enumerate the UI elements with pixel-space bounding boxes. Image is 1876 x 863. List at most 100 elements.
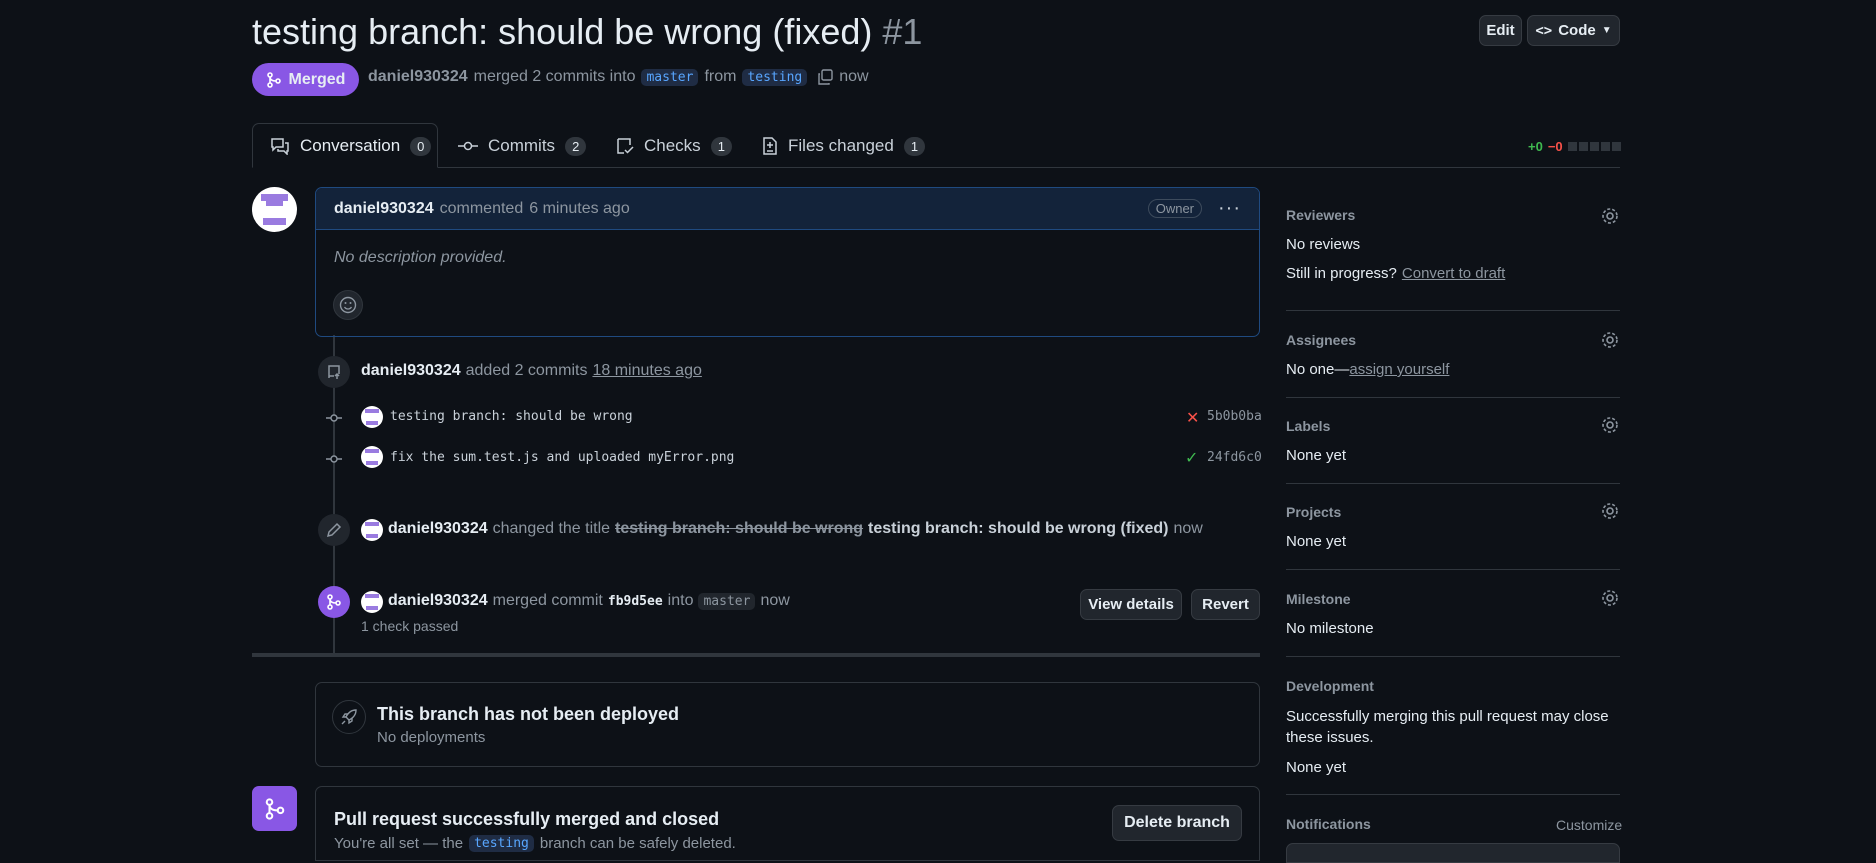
convert-to-draft-link[interactable]: Convert to draft — [1402, 265, 1505, 282]
sidebar-reviewers-title[interactable]: Reviewers — [1286, 207, 1355, 223]
copy-icon[interactable] — [817, 69, 833, 85]
sidebar-labels-title[interactable]: Labels — [1286, 418, 1330, 434]
sidebar-assignees-value: No one— assign yourself — [1286, 361, 1450, 378]
tab-files-changed[interactable]: Files changed 1 — [762, 124, 926, 168]
sidebar-milestone-title[interactable]: Milestone — [1286, 591, 1351, 607]
assign-yourself-link[interactable]: assign yourself — [1349, 361, 1449, 378]
comment-author[interactable]: daniel930324 — [334, 200, 434, 218]
edit-button[interactable]: Edit — [1479, 15, 1522, 46]
commit-1-message[interactable]: testing branch: should be wrong — [390, 409, 633, 424]
repo-push-badge — [318, 356, 350, 388]
tab-files-changed-count: 1 — [903, 136, 926, 156]
add-reaction-button[interactable] — [333, 290, 363, 320]
base-branch[interactable]: master — [641, 68, 699, 86]
owner-badge: Owner — [1147, 199, 1203, 218]
merge-event-avatar[interactable] — [361, 591, 383, 613]
pr-number: #1 — [882, 11, 923, 52]
tab-checks-count: 1 — [710, 136, 732, 156]
milestone-gear-icon[interactable] — [1600, 588, 1620, 608]
commit-2-avatar[interactable] — [361, 446, 383, 468]
merge-event-author[interactable]: daniel930324 — [388, 592, 488, 610]
sidebar-development-text: Successfully merging this pull request m… — [1286, 708, 1609, 746]
kebab-menu-icon[interactable]: ··· — [1218, 197, 1241, 220]
tab-checks[interactable]: Checks 1 — [616, 124, 732, 168]
sidebar-divider — [1286, 397, 1620, 398]
merge-target-branch[interactable]: master — [698, 592, 756, 610]
sidebar-development-title: Development — [1286, 678, 1374, 694]
projects-gear-icon[interactable] — [1600, 501, 1620, 521]
assignees-gear-icon[interactable] — [1600, 330, 1620, 350]
repo-push-icon — [328, 365, 340, 379]
commit-2-message[interactable]: fix the sum.test.js and uploaded myError… — [390, 450, 734, 465]
smiley-icon — [339, 296, 357, 314]
tab-commits[interactable]: Commits 2 — [458, 124, 587, 168]
deploy-title: This branch has not been deployed — [377, 704, 680, 724]
file-diff-icon — [763, 137, 777, 155]
sidebar-reviewers-progress: Still in progress? Convert to draft — [1286, 265, 1506, 282]
diffstat-deletions: −0 — [1547, 139, 1563, 154]
comment-body: No description provided. — [334, 249, 507, 266]
commit-2-sha[interactable]: 24fd6c0 — [1207, 450, 1262, 465]
checklist-icon — [617, 138, 634, 154]
timeline-divider — [252, 653, 1260, 657]
comment-avatar[interactable] — [252, 187, 297, 232]
state-badge: Merged — [252, 63, 359, 96]
merged-box-branch[interactable]: testing — [469, 835, 534, 852]
code-button[interactable]: <> Code ▼ — [1527, 15, 1620, 46]
labels-gear-icon[interactable] — [1600, 415, 1620, 435]
sidebar-divider — [1286, 569, 1620, 570]
sidebar-notifications-title: Notifications — [1286, 816, 1371, 832]
diffstat-additions: +0 — [1528, 139, 1543, 154]
deploy-subtitle: No deployments — [377, 729, 486, 746]
title-event-author[interactable]: daniel930324 — [388, 520, 488, 538]
sidebar-reviewers-value: No reviews — [1286, 236, 1361, 253]
sidebar-milestone-value: No milestone — [1286, 620, 1374, 637]
commits-event-time[interactable]: 18 minutes ago — [592, 362, 701, 380]
deploy-box: This branch has not been deployed No dep… — [315, 682, 1260, 767]
code-icon: <> — [1535, 22, 1553, 39]
git-commit-icon — [326, 455, 342, 463]
sidebar-labels-value: None yet — [1286, 447, 1347, 464]
tab-commits-count: 2 — [565, 136, 587, 156]
view-details-button[interactable]: View details — [1080, 589, 1182, 620]
git-merge-icon — [265, 797, 284, 820]
pr-author-link[interactable]: daniel930324 — [368, 68, 468, 86]
diffstat: +0 −0 — [1528, 139, 1621, 154]
sidebar-assignees-title[interactable]: Assignees — [1286, 332, 1356, 348]
git-commit-icon — [458, 141, 478, 151]
git-merge-icon — [266, 71, 281, 88]
rocket-icon — [341, 709, 357, 725]
git-commit-icon — [326, 414, 342, 422]
commit-dot-1 — [326, 411, 342, 423]
commit-1-status-fail-icon[interactable]: ✕ — [1186, 408, 1199, 428]
tab-conversation[interactable]: Conversation 0 — [270, 124, 432, 168]
delete-branch-button[interactable]: Delete branch — [1112, 805, 1242, 841]
merge-commit-sha[interactable]: fb9d5ee — [608, 594, 663, 609]
revert-button[interactable]: Revert — [1191, 589, 1260, 620]
reviewers-gear-icon[interactable] — [1600, 206, 1620, 226]
chevron-down-icon: ▼ — [1601, 25, 1612, 36]
title-event-avatar[interactable] — [361, 519, 383, 541]
comment-time[interactable]: 6 minutes ago — [529, 200, 630, 218]
pr-meta: daniel930324 merged 2 commits into maste… — [368, 68, 869, 86]
sidebar-projects-title[interactable]: Projects — [1286, 504, 1341, 520]
commits-event-text: daniel930324 added 2 commits 18 minutes … — [361, 362, 702, 380]
comment-discussion-icon — [271, 138, 289, 155]
sidebar-divider — [1286, 656, 1620, 657]
commit-dot-2 — [326, 452, 342, 464]
commit-2-status-pass-icon[interactable]: ✓ — [1185, 448, 1198, 468]
pr-title: testing branch: should be wrong (fixed) … — [252, 8, 922, 56]
unsubscribe-button-partial[interactable] — [1286, 843, 1620, 863]
merged-box-title: Pull request successfully merged and clo… — [334, 809, 720, 829]
sidebar-divider — [1286, 310, 1620, 311]
checks-passed[interactable]: 1 check passed — [361, 618, 458, 634]
head-branch[interactable]: testing — [742, 68, 808, 86]
sidebar-projects-value: None yet — [1286, 533, 1347, 550]
comment-header: daniel930324 commented 6 minutes ago Own… — [316, 188, 1259, 230]
commits-event-author[interactable]: daniel930324 — [361, 362, 461, 380]
customize-link[interactable]: Customize — [1556, 817, 1622, 833]
commit-1-sha[interactable]: 5b0b0ba — [1207, 409, 1262, 424]
pencil-badge — [318, 514, 350, 546]
title-event-text: daniel930324 changed the title testing b… — [388, 520, 1203, 538]
commit-1-avatar[interactable] — [361, 406, 383, 428]
